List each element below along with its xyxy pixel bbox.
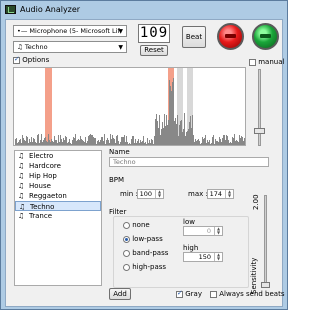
options-checkbox[interactable]: Options	[13, 55, 50, 64]
low-cutoff-value: 0	[206, 227, 211, 235]
max-label: max :	[188, 190, 208, 198]
gray-checkbox[interactable]: Gray	[176, 289, 202, 298]
manual-label: manual	[258, 58, 285, 66]
led-bar-icon	[225, 34, 236, 38]
low-cutoff-stepper[interactable]: 0 ▲ ▼	[183, 226, 223, 236]
always-send-checkbox[interactable]: Always send beats	[210, 290, 285, 298]
spectrum-bar	[152, 140, 153, 145]
input-device-select[interactable]: •— Microphone (5- Microsoft Lif ▼	[13, 25, 127, 37]
sensitivity-label: Sensitivity	[250, 257, 258, 294]
input-device-value: Microphone (5- Microsoft Lif	[29, 27, 120, 35]
genre-list[interactable]: ♫ Electro ♫ Hardcore ♫ Hip Hop ♫ House ♫ Reggaeto…	[14, 150, 102, 286]
manual-checkbox[interactable]: manual	[249, 58, 284, 66]
spinner-arrows-icon[interactable]: ▲ ▼	[214, 227, 222, 235]
name-field[interactable]: Techno	[109, 157, 269, 167]
max-bpm-stepper[interactable]: 174 ▲ ▼	[207, 189, 234, 199]
note-icon: ♫	[17, 43, 25, 51]
high-cutoff-stepper[interactable]: 150 ▲ ▼	[183, 252, 223, 262]
manual-check[interactable]	[249, 58, 256, 66]
spinner-arrows-icon[interactable]: ▲ ▼	[155, 190, 163, 198]
beat-led-red	[217, 23, 244, 50]
chevron-down-icon: ▼	[118, 28, 123, 35]
radio-button[interactable]	[123, 235, 130, 243]
radio-button[interactable]	[123, 221, 130, 229]
spinner-arrows-icon[interactable]: ▲ ▼	[225, 190, 233, 198]
genre-list-item[interactable]: ♫ Hip Hop	[15, 171, 101, 181]
filter-option-low-pass[interactable]: low-pass	[123, 235, 168, 249]
title-bar: Audio Analyzer	[1, 1, 287, 19]
beat-button[interactable]: Beat	[182, 26, 206, 48]
note-icon: ♫	[18, 182, 25, 190]
low-label: low	[183, 218, 195, 226]
genre-label: Hip Hop	[29, 172, 57, 180]
spectrum-bars	[14, 68, 246, 146]
genre-select[interactable]: ♫ Techno ▼	[13, 41, 127, 53]
sensitivity-slider-track[interactable]	[264, 195, 267, 285]
reset-button[interactable]: Reset	[140, 45, 168, 56]
app-window: Audio Analyzer •— Microphone (5- Microso…	[0, 0, 288, 310]
note-icon: ♫	[18, 192, 25, 200]
always-send-check[interactable]	[210, 290, 217, 298]
genre-list-item[interactable]: ♫ Trance	[15, 211, 101, 221]
sensitivity-value: 2.00	[252, 194, 260, 210]
filter-option-label: low-pass	[130, 235, 163, 243]
genre-label: Trance	[29, 212, 53, 220]
manual-slider-thumb[interactable]	[254, 128, 265, 134]
filter-option-label: none	[130, 221, 150, 229]
genre-list-items: ♫ Electro ♫ Hardcore ♫ Hip Hop ♫ House ♫ Reggaeto…	[15, 151, 101, 221]
note-icon: ♫	[18, 172, 25, 180]
high-cutoff-value: 150	[198, 253, 211, 261]
options-check[interactable]	[13, 55, 20, 64]
genre-select-value: Techno	[24, 43, 48, 51]
spectrum-bar	[209, 140, 210, 145]
filter-option-none[interactable]: none	[123, 221, 168, 235]
bpm-label: BPM	[109, 176, 125, 184]
filter-option-label: band-pass	[130, 249, 169, 257]
note-icon: ♫	[18, 152, 25, 160]
genre-list-item[interactable]: ♫ Hardcore	[15, 161, 101, 171]
filter-label: Filter	[109, 208, 127, 216]
window-title: Audio Analyzer	[20, 5, 81, 14]
max-bpm-value: 174	[209, 190, 222, 198]
min-label: min :	[120, 190, 138, 198]
min-bpm-stepper[interactable]: 100 ▲ ▼	[137, 189, 164, 199]
genre-label: House	[29, 182, 51, 190]
bpm-display: 109	[138, 24, 170, 43]
microphone-icon: •—	[17, 27, 30, 35]
genre-list-item[interactable]: ♫ House	[15, 181, 101, 191]
filter-option-label: high-pass	[130, 263, 167, 271]
genre-list-item[interactable]: ♫ Techno	[15, 201, 101, 211]
filter-option-band-pass[interactable]: band-pass	[123, 249, 168, 263]
note-icon: ♫	[18, 162, 25, 170]
genre-list-item[interactable]: ♫ Electro	[15, 151, 101, 161]
always-send-label: Always send beats	[219, 290, 285, 298]
spectrum-bar	[245, 143, 246, 146]
add-button[interactable]: Add	[109, 288, 131, 300]
genre-label: Reggaeton	[29, 192, 67, 200]
options-label: Options	[22, 56, 50, 64]
name-label: Name	[109, 148, 130, 156]
spectrum-analyzer	[13, 67, 246, 146]
note-icon: ♫	[18, 212, 25, 220]
genre-label: Hardcore	[29, 162, 61, 170]
sensitivity-slider-thumb[interactable]	[261, 282, 270, 288]
status-led-green	[252, 23, 279, 50]
min-bpm-value: 100	[139, 190, 152, 198]
manual-slider-track[interactable]	[258, 69, 261, 146]
filter-options: none low-pass band-pass high-pass	[123, 221, 168, 277]
chevron-down-icon: ▼	[118, 44, 123, 51]
genre-list-item[interactable]: ♫ Reggaeton	[15, 191, 101, 201]
genre-label: Techno	[30, 203, 55, 211]
genre-label: Electro	[29, 152, 54, 160]
radio-button[interactable]	[123, 263, 130, 271]
gray-check[interactable]	[176, 289, 183, 298]
led-bar-icon	[260, 34, 271, 38]
high-label: high	[183, 244, 199, 252]
spinner-arrows-icon[interactable]: ▲ ▼	[214, 253, 222, 261]
app-icon	[5, 5, 16, 14]
main-panel: •— Microphone (5- Microsoft Lif ▼ ♫ Tech…	[5, 19, 285, 307]
gray-label: Gray	[185, 290, 202, 298]
radio-button[interactable]	[123, 249, 130, 257]
filter-option-high-pass[interactable]: high-pass	[123, 263, 168, 277]
